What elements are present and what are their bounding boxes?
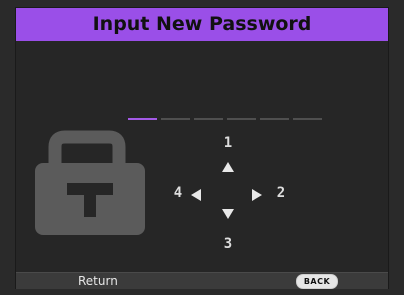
back-button[interactable]: BACK	[296, 274, 338, 289]
arrow-down-icon[interactable]	[222, 209, 234, 219]
password-slot	[227, 118, 256, 120]
password-dialog: Input New Password 1 4 2 3 Return BACK	[16, 8, 388, 289]
arrow-up-icon[interactable]	[222, 162, 234, 172]
return-label: Return	[78, 274, 118, 288]
screen: Input New Password 1 4 2 3 Return BACK	[0, 0, 404, 295]
password-slot	[161, 118, 190, 120]
key-label-left: 4	[173, 185, 183, 201]
password-slot	[194, 118, 223, 120]
key-label-right: 2	[276, 185, 286, 201]
password-slot	[128, 118, 157, 120]
password-slot	[260, 118, 289, 120]
arrow-left-icon[interactable]	[191, 189, 201, 201]
key-label-up: 1	[223, 135, 233, 151]
key-label-down: 3	[223, 236, 233, 252]
arrow-right-icon[interactable]	[252, 189, 262, 201]
lock-icon	[35, 125, 145, 235]
dialog-title: Input New Password	[16, 8, 388, 41]
footer-bar: Return BACK	[16, 272, 388, 289]
password-slots	[128, 118, 322, 120]
password-slot	[293, 118, 322, 120]
